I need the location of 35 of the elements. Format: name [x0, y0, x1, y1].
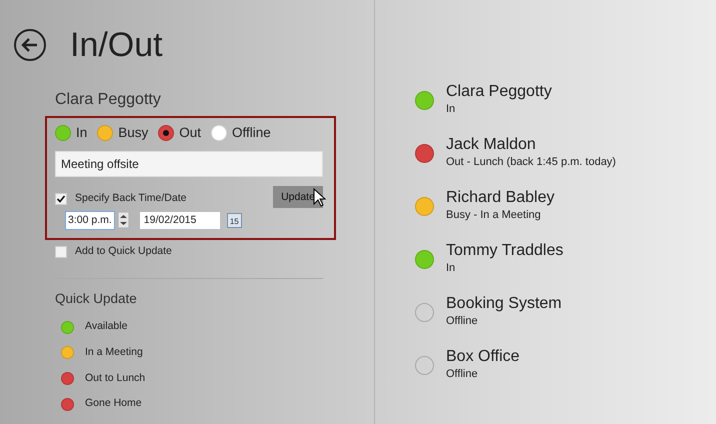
checkbox[interactable] — [55, 192, 67, 205]
contact-name: Clara Peggotty — [446, 82, 552, 102]
contact-status: Busy - In a Meeting — [446, 208, 542, 224]
quick-update-item[interactable]: Available — [85, 319, 128, 335]
checkbox-label: Specify Back Time/Date — [75, 190, 186, 206]
quick-update-item[interactable]: Out to Lunch — [85, 370, 146, 386]
quick-update-item[interactable]: Gone Home — [85, 396, 142, 412]
message-field[interactable]: Meeting offsite — [55, 151, 323, 178]
checkbox-label: Add to Quick Update — [75, 244, 172, 260]
contact-status: Offline — [446, 314, 479, 330]
status-radio[interactable]: Out — [158, 123, 202, 144]
person-name: Clara Peggotty — [55, 90, 162, 110]
date-field[interactable]: 19/02/2015 — [140, 212, 220, 230]
contact-name: Box Office — [446, 347, 520, 366]
calendar-button[interactable]: 15 — [226, 212, 242, 228]
mouse-cursor-icon — [313, 188, 326, 208]
time-field[interactable]: 3:00 p.m. — [65, 210, 115, 230]
contact-name: Jack Maldon — [446, 135, 537, 154]
status-radio[interactable]: Busy — [97, 123, 148, 144]
contact-status: Out - Lunch (back 1:45 p.m. today) — [446, 155, 616, 170]
checkbox[interactable] — [55, 246, 67, 258]
back-button[interactable] — [14, 29, 46, 61]
contact-status: Offline — [446, 367, 479, 382]
contact-name: Booking System — [446, 294, 562, 314]
contact-name: Tommy Traddles — [446, 241, 564, 260]
status-radio[interactable]: In — [55, 123, 88, 144]
spinner-icon[interactable] — [118, 212, 129, 228]
back-arrow-icon — [21, 37, 39, 53]
contact-status: In — [446, 102, 456, 118]
quick-update-item[interactable]: In a Meeting — [85, 344, 143, 361]
status-radio[interactable]: Offline — [211, 123, 271, 144]
contact-status: In — [446, 261, 456, 276]
page-title: In/Out — [70, 28, 163, 62]
section-heading: Quick Update — [55, 290, 138, 308]
contact-name: Richard Babley — [446, 188, 554, 208]
